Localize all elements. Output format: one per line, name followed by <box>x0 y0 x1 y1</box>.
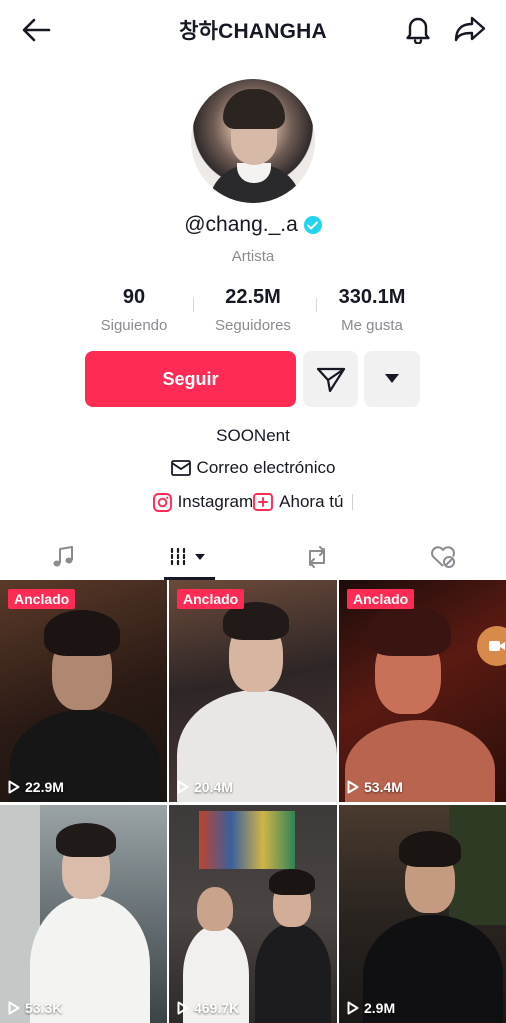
tile-figure-body <box>255 923 331 1023</box>
top-bar: 창하CHANGHA <box>0 0 506 58</box>
verified-badge-icon <box>303 216 322 234</box>
suggested-accounts-button[interactable] <box>364 351 420 407</box>
stat-value: 22.5M <box>225 286 281 308</box>
stat-label: Seguidores <box>215 317 291 334</box>
ahora-tu-label: Ahora tú <box>279 492 344 511</box>
grid-icon <box>170 547 205 567</box>
email-label: Correo electrónico <box>196 458 336 477</box>
tab-reposts[interactable] <box>254 534 380 580</box>
video-tile[interactable]: Anclado 22.9M <box>0 580 167 802</box>
pinned-badge: Anclado <box>8 589 76 609</box>
instagram-link[interactable]: Instagram <box>152 492 254 512</box>
video-tile[interactable]: 2.9M <box>339 805 506 1023</box>
view-count-value: 53.4M <box>364 779 403 795</box>
message-button[interactable] <box>303 351 358 407</box>
view-count: 53.3K <box>8 1000 62 1016</box>
video-tile[interactable]: Anclado 53.4M <box>339 580 506 802</box>
add-square-icon <box>253 493 274 511</box>
stat-value: 90 <box>122 286 146 308</box>
caret-down-icon <box>385 374 399 383</box>
avatar-hair <box>223 89 285 129</box>
pinned-badge: Anclado <box>347 589 415 609</box>
music-note-icon <box>53 546 73 567</box>
link-divider <box>352 494 354 510</box>
video-grid: Anclado 22.9M Anclado 20.4M Anclado 53.4… <box>0 580 506 1023</box>
profile-stats: 90 Siguiendo 22.5M Seguidores 330.1M Me … <box>82 286 422 338</box>
tab-videos[interactable] <box>126 534 252 580</box>
profile-category: Artista <box>231 248 275 265</box>
liked-hidden-icon <box>431 546 455 568</box>
tile-figure-hair <box>56 823 116 857</box>
play-icon <box>347 1001 359 1015</box>
instagram-label: Instagram <box>177 492 254 511</box>
content-tabs <box>0 534 506 580</box>
stat-label: Me gusta <box>341 317 403 334</box>
tile-figure-hair <box>269 869 315 895</box>
tile-foliage <box>449 805 506 925</box>
bell-icon <box>406 17 430 44</box>
stat-following[interactable]: 90 Siguiendo <box>79 286 189 334</box>
video-tile[interactable]: 53.3K <box>0 805 167 1023</box>
view-count: 20.4M <box>177 779 233 795</box>
profile-links: Instagram Ahora tú <box>0 492 506 512</box>
stat-followers[interactable]: 22.5M Seguidores <box>198 286 308 334</box>
tile-figure-face <box>197 887 233 931</box>
stat-divider <box>193 298 194 312</box>
stat-likes[interactable]: 330.1M Me gusta <box>317 286 427 334</box>
tile-figure-hair <box>367 606 451 656</box>
pinned-badge: Anclado <box>177 589 245 609</box>
tile-figure-hair <box>44 610 120 656</box>
avatar[interactable] <box>191 79 315 203</box>
view-count: 2.9M <box>347 1000 395 1016</box>
repost-icon <box>309 546 325 568</box>
stat-value: 330.1M <box>338 286 406 308</box>
camera-overlay-icon <box>477 626 506 666</box>
send-message-icon <box>316 367 345 393</box>
share-arrow-icon <box>454 16 486 42</box>
ahora-tu-link[interactable]: Ahora tú <box>253 492 343 512</box>
tile-painting <box>199 811 295 869</box>
handle-row: @chang._.a <box>0 213 506 237</box>
tab-music[interactable] <box>0 534 126 580</box>
view-count-value: 53.3K <box>25 1000 63 1016</box>
video-tile[interactable]: Anclado 20.4M <box>169 580 337 802</box>
view-count: 22.9M <box>8 779 64 795</box>
play-icon <box>177 780 189 794</box>
notifications-button[interactable] <box>400 11 436 47</box>
tab-liked[interactable] <box>380 534 506 580</box>
view-count-value: 2.9M <box>364 1000 396 1016</box>
profile-handle: @chang._.a <box>184 213 298 236</box>
play-icon <box>8 780 20 794</box>
play-icon <box>177 1001 189 1015</box>
envelope-icon <box>170 460 191 476</box>
play-icon <box>8 1001 20 1015</box>
share-button[interactable] <box>451 11 489 47</box>
profile-bio: SOONent <box>216 426 290 445</box>
view-count: 53.4M <box>347 779 403 795</box>
video-tile[interactable]: 469.7K <box>169 805 337 1023</box>
follow-button[interactable]: Seguir <box>85 351 296 407</box>
view-count-value: 20.4M <box>194 779 233 795</box>
stat-label: Siguiendo <box>100 317 168 334</box>
instagram-icon <box>152 492 172 512</box>
view-count-value: 469.7K <box>194 1000 240 1016</box>
view-count-value: 22.9M <box>25 779 64 795</box>
play-icon <box>347 780 359 794</box>
tile-figure-hair <box>399 831 461 867</box>
email-link[interactable]: Correo electrónico <box>0 458 506 478</box>
view-count: 469.7K <box>177 1000 239 1016</box>
